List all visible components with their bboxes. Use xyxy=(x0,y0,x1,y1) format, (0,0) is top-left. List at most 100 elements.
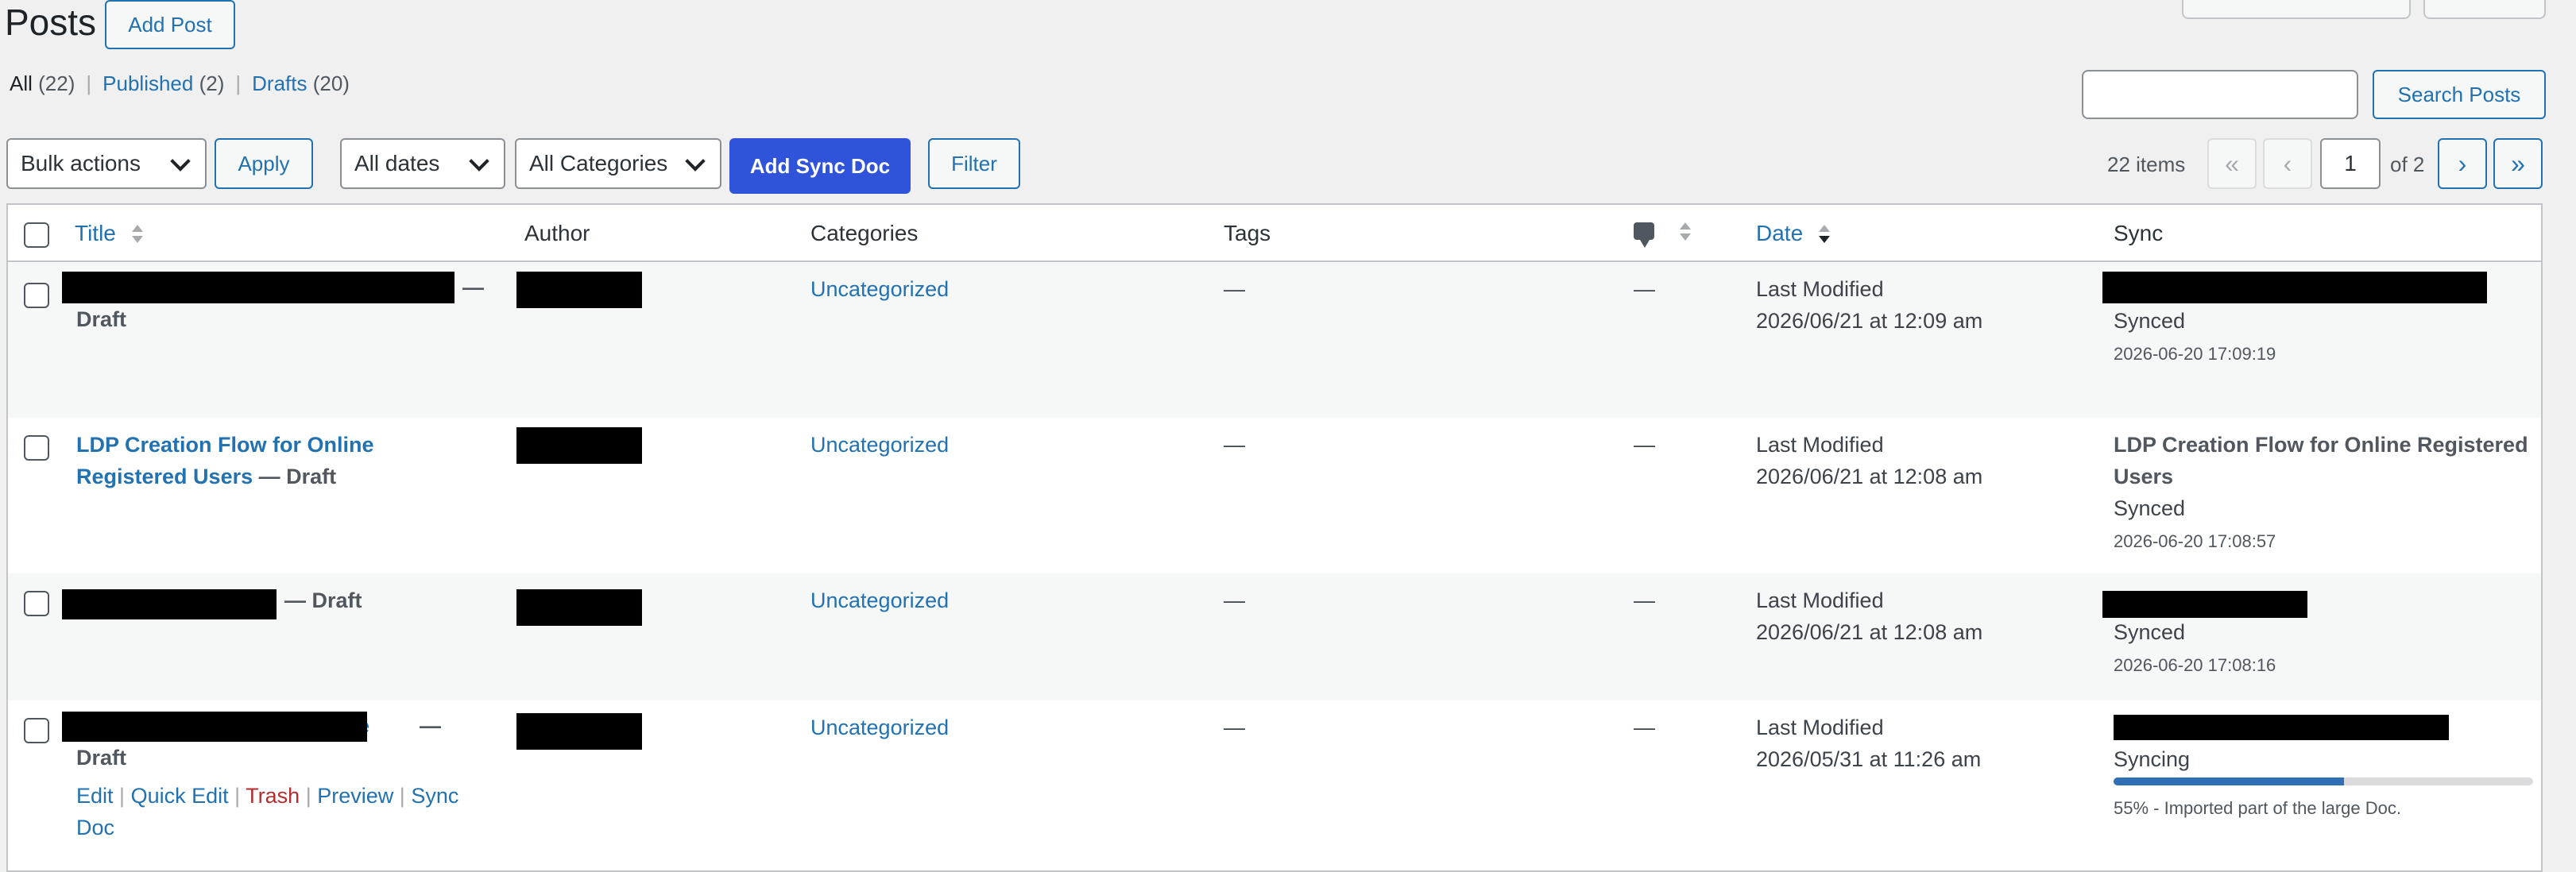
column-title-label: Title xyxy=(75,221,116,245)
date-value: 2026/06/21 at 12:08 am xyxy=(1756,465,1983,488)
category-link[interactable]: Uncategorized xyxy=(810,273,949,305)
tags-value: — xyxy=(1224,716,1245,739)
page-title: Posts xyxy=(5,2,97,43)
edit-link[interactable]: Edit xyxy=(76,784,114,808)
redacted-sync-title xyxy=(2114,715,2449,740)
trash-link[interactable]: Trash xyxy=(246,784,300,808)
column-sync: Sync xyxy=(2114,221,2164,245)
row-actions: Edit | Quick Edit | Trash | Preview | Sy… xyxy=(76,784,459,808)
row-checkbox[interactable] xyxy=(24,718,49,743)
sync-time: 2026-06-20 17:08:57 xyxy=(2114,531,2276,551)
column-title[interactable]: Title xyxy=(75,221,143,247)
redacted-title xyxy=(62,589,277,619)
sync-status: Synced xyxy=(2114,620,2186,644)
tags-value: — xyxy=(1224,277,1245,301)
view-all[interactable]: All (22) xyxy=(10,71,75,96)
select-all-checkbox[interactable] xyxy=(24,222,49,248)
add-post-button[interactable]: Add Post xyxy=(105,0,235,49)
view-separator: | xyxy=(235,71,242,95)
next-page-button[interactable]: › xyxy=(2438,138,2487,189)
sync-status: Synced xyxy=(2114,309,2186,333)
category-filter-select[interactable]: All Categories xyxy=(515,138,721,189)
sync-doc-link[interactable]: Sync xyxy=(411,784,458,808)
date-label: Last Modified xyxy=(1756,716,1884,739)
comments-value: — xyxy=(1634,433,1655,457)
quick-edit-link[interactable]: Quick Edit xyxy=(131,784,229,808)
category-link[interactable]: Uncategorized xyxy=(810,585,949,616)
redacted-title xyxy=(62,272,454,303)
sync-doc-title-line2: Users xyxy=(2114,465,2174,488)
post-state: Draft xyxy=(76,307,127,331)
row-checkbox[interactable] xyxy=(24,283,49,308)
last-page-button[interactable]: » xyxy=(2493,138,2543,189)
redacted-author xyxy=(516,713,642,750)
tags-value: — xyxy=(1224,433,1245,457)
sort-icon xyxy=(1818,223,1830,247)
view-drafts[interactable]: Drafts (20) xyxy=(252,71,350,96)
sort-icon xyxy=(131,223,143,247)
comment-icon xyxy=(1634,222,1654,248)
post-title[interactable]: LDP Creation Flow for Online xyxy=(76,429,374,461)
help-button[interactable] xyxy=(2423,0,2546,19)
search-posts-button[interactable]: Search Posts xyxy=(2373,70,2546,119)
column-date-label: Date xyxy=(1756,221,1804,245)
apply-button[interactable]: Apply xyxy=(215,138,313,189)
preview-link[interactable]: Preview xyxy=(317,784,393,808)
category-link[interactable]: Uncategorized xyxy=(810,712,949,743)
search-input[interactable] xyxy=(2082,70,2358,119)
redacted-sync-title xyxy=(2102,591,2307,618)
comments-value: — xyxy=(1634,716,1655,739)
add-sync-doc-button[interactable]: Add Sync Doc xyxy=(729,138,911,194)
date-value: 2026/06/21 at 12:09 am xyxy=(1756,309,1983,333)
sort-icon[interactable] xyxy=(1680,221,1691,245)
sync-progress-fill xyxy=(2114,777,2345,785)
table-row: LDP Creation Flow for Online Registered … xyxy=(8,418,2541,573)
date-label: Last Modified xyxy=(1756,433,1884,457)
title-separator: — xyxy=(420,714,441,738)
sync-doc-title: LDP Creation Flow for Online Registered xyxy=(2114,433,2528,457)
date-value: 2026/06/21 at 12:08 am xyxy=(1756,620,1983,644)
table-row: e — Draft Edit | Quick Edit | Trash | Pr… xyxy=(8,700,2541,870)
post-status-filter: All (22) | Published (2) | Drafts (20) xyxy=(10,71,350,96)
title-separator: — xyxy=(462,276,484,299)
date-label: Last Modified xyxy=(1756,277,1884,301)
comments-value: — xyxy=(1634,588,1655,612)
category-link[interactable]: Uncategorized xyxy=(810,429,949,461)
post-state: Draft xyxy=(76,746,127,770)
row-checkbox[interactable] xyxy=(24,591,49,616)
sync-time: 2026-06-20 17:08:16 xyxy=(2114,655,2276,675)
filter-button[interactable]: Filter xyxy=(928,138,1020,189)
screen-options-button[interactable] xyxy=(2182,0,2411,19)
post-title-line2[interactable]: Registered Users — Draft xyxy=(76,461,336,492)
sync-doc-link-line2[interactable]: Doc xyxy=(76,812,114,843)
prev-page-button[interactable]: ‹ xyxy=(2263,138,2312,189)
chevron-down-icon xyxy=(170,151,191,172)
bulk-actions-select[interactable]: Bulk actions xyxy=(6,138,207,189)
redacted-author xyxy=(516,427,642,464)
redacted-author xyxy=(516,272,642,308)
column-author: Author xyxy=(524,221,590,245)
first-page-button[interactable]: « xyxy=(2207,138,2257,189)
total-pages: of 2 xyxy=(2390,152,2425,176)
date-filter-select[interactable]: All dates xyxy=(340,138,505,189)
sync-status: Syncing xyxy=(2114,747,2191,771)
view-published[interactable]: Published (2) xyxy=(102,71,224,96)
redacted-author xyxy=(516,589,642,626)
chevron-down-icon xyxy=(685,151,706,172)
date-value: 2026/05/31 at 11:26 am xyxy=(1756,747,1982,771)
redacted-sync-title xyxy=(2102,272,2487,303)
column-date[interactable]: Date xyxy=(1756,221,1830,247)
posts-table: Title Author Categories Tags Date Sync —… xyxy=(6,203,2543,872)
date-label: Last Modified xyxy=(1756,588,1884,612)
posts-screen: Posts Add Post All (22) | Published (2) … xyxy=(0,0,2576,872)
bulk-actions-value: Bulk actions xyxy=(21,151,141,176)
current-page-input[interactable]: 1 xyxy=(2320,138,2381,189)
view-separator: | xyxy=(86,71,92,95)
redacted-title xyxy=(62,712,367,742)
table-header: Title Author Categories Tags Date Sync xyxy=(8,205,2541,262)
category-filter-value: All Categories xyxy=(529,151,668,176)
date-filter-value: All dates xyxy=(354,151,440,176)
column-categories: Categories xyxy=(810,221,919,245)
row-checkbox[interactable] xyxy=(24,435,49,461)
sync-progress-bar xyxy=(2114,777,2533,785)
